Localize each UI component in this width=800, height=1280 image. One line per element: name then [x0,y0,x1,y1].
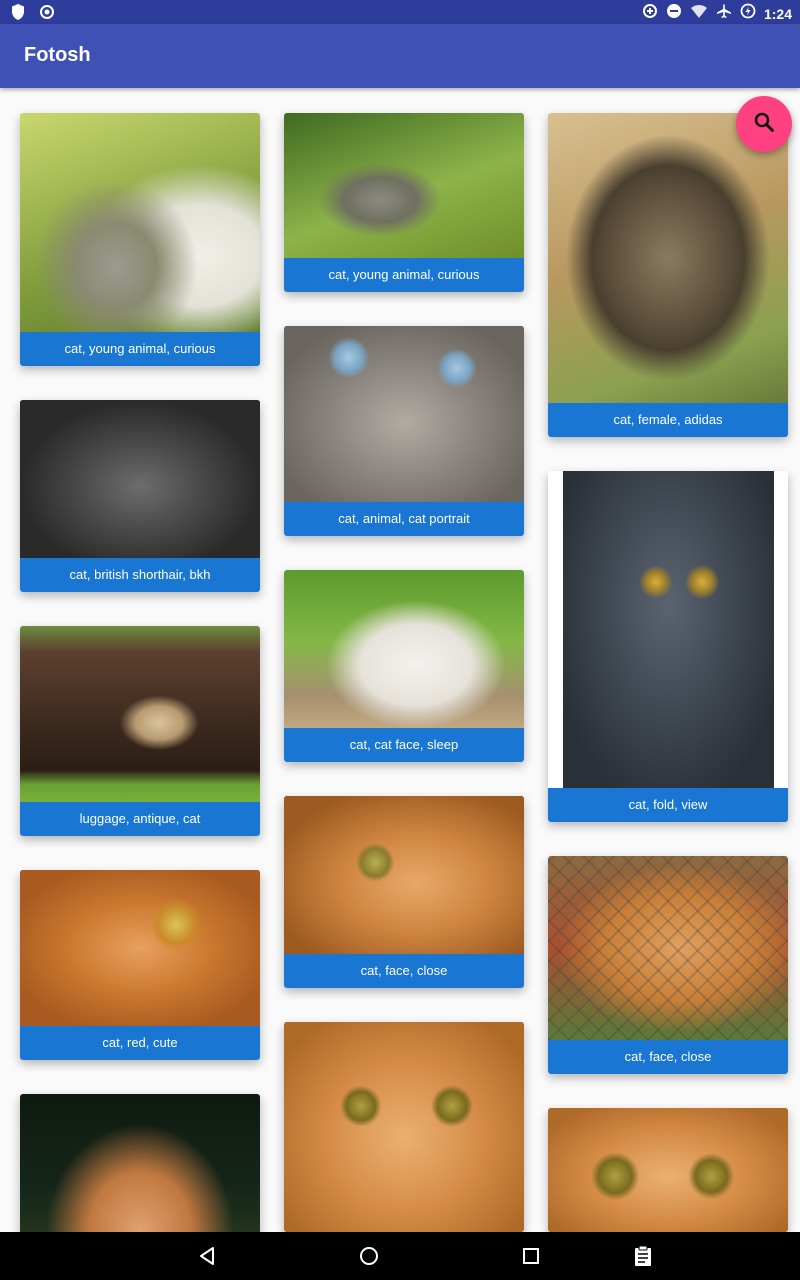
photo-card[interactable] [548,1108,788,1232]
navigation-bar [0,1232,800,1280]
photo-card[interactable]: cat, young animal, curious [20,113,260,366]
card-caption: cat, young animal, curious [20,332,260,366]
airplane-icon [716,3,732,24]
cat-photo [284,570,524,728]
card-caption: cat, animal, cat portrait [284,502,524,536]
cat-photo [548,113,788,403]
photo-card[interactable]: cat, face, close [548,856,788,1074]
card-caption: cat, face, close [284,954,524,988]
shield-icon [10,3,26,26]
cat-photo [284,1022,524,1232]
photo-card[interactable]: cat, young animal, curious [284,113,524,292]
photo-card[interactable] [284,1022,524,1232]
do-not-disturb-icon [666,3,682,24]
home-icon[interactable] [357,1244,381,1268]
card-caption: luggage, antique, cat [20,802,260,836]
cat-photo [284,796,524,954]
circle-dot-icon [38,3,56,26]
card-caption: cat, cat face, sleep [284,728,524,762]
card-caption: cat, face, close [548,1040,788,1074]
photo-grid: cat, young animal, curious cat, british … [0,88,800,1232]
cat-photo [548,856,788,1040]
photo-card[interactable]: cat, face, close [284,796,524,988]
recents-icon[interactable] [519,1244,543,1268]
card-caption: cat, fold, view [548,788,788,822]
card-caption: cat, red, cute [20,1026,260,1060]
cat-photo [20,400,260,558]
cat-photo [20,870,260,1026]
card-caption: cat, female, adidas [548,403,788,437]
card-caption: cat, young animal, curious [284,258,524,292]
search-fab-button[interactable] [736,96,792,152]
photo-card[interactable]: luggage, antique, cat [20,626,260,836]
search-icon [753,111,775,138]
clipboard-icon[interactable] [631,1244,655,1268]
cat-photo [284,326,524,502]
status-bar: 1:24 [0,0,800,24]
clock-time: 1:24 [763,5,792,22]
cat-photo [548,1108,788,1232]
wifi-icon [690,3,708,24]
photo-card[interactable]: cat, fold, view [548,471,788,822]
battery-charging-icon [740,3,756,24]
photo-card[interactable]: cat, cat face, sleep [284,570,524,762]
app-title: Fotosh [24,44,91,66]
cat-photo [20,113,260,332]
card-caption: cat, british shorthair, bkh [20,558,260,592]
data-saver-icon [642,3,658,24]
photo-card[interactable]: cat, red, cute [20,870,260,1060]
photo-card[interactable]: cat, animal, cat portrait [284,326,524,536]
cat-photo [20,1094,260,1232]
photo-card[interactable]: cat, british shorthair, bkh [20,400,260,592]
cat-photo [284,113,524,258]
back-icon[interactable] [196,1244,220,1268]
cat-photo [548,471,788,788]
app-bar: Fotosh [0,24,800,88]
cat-photo [20,626,260,802]
photo-card[interactable]: cat, female, adidas [548,113,788,437]
photo-card[interactable] [20,1094,260,1232]
